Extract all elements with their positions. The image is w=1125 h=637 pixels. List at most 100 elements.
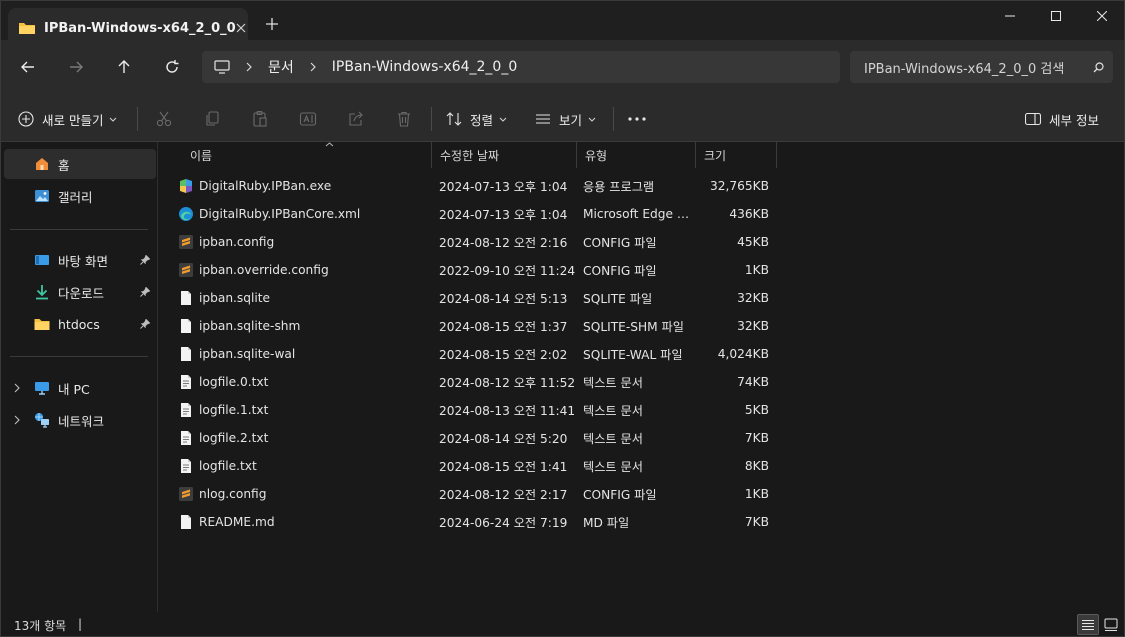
search-box[interactable]: IPBan-Windows-x64_2_0_0 검색	[850, 51, 1113, 83]
pin-icon[interactable]	[136, 319, 154, 329]
column-header-date[interactable]: 수정한 날짜	[432, 142, 577, 168]
breadcrumb-current-folder[interactable]: IPBan-Windows-x64_2_0_0	[332, 59, 517, 75]
file-size: 5KB	[744, 403, 769, 417]
network-icon	[34, 412, 50, 428]
sidebar-divider	[10, 356, 148, 357]
minimize-icon[interactable]	[987, 0, 1033, 32]
sublime-file-icon	[178, 234, 194, 250]
blank-file-icon	[178, 318, 194, 334]
sidebar-item-label: 다운로드	[58, 285, 105, 301]
chevron-right-icon[interactable]	[310, 62, 316, 72]
monitor-icon[interactable]	[214, 60, 230, 74]
window-close-icon[interactable]	[1079, 0, 1125, 32]
pin-icon[interactable]	[136, 287, 154, 297]
new-button[interactable]: 새로 만들기	[18, 105, 117, 133]
file-row[interactable]: nlog.config 2024-08-12 오전 2:17 CONFIG 파일 1K…	[170, 480, 780, 508]
file-name: ipban.sqlite-wal	[199, 347, 296, 361]
large-icons-view-icon[interactable]	[1100, 614, 1122, 635]
column-header-name[interactable]: 이름	[182, 142, 432, 168]
sublime-file-icon	[178, 486, 194, 502]
item-count: 13개 항목	[14, 619, 67, 633]
plus-circle-icon	[18, 111, 34, 127]
file-size: 4,024KB	[717, 347, 769, 361]
pin-icon[interactable]	[136, 255, 154, 265]
address-bar[interactable]: 문서 IPBan-Windows-x64_2_0_0	[202, 51, 840, 83]
file-size: 8KB	[744, 459, 769, 473]
file-name: ipban.sqlite	[199, 291, 271, 305]
arrow-up-icon[interactable]	[109, 52, 139, 82]
file-row[interactable]: ipban.config 2024-08-12 오전 2:16 CONFIG 파일 4…	[170, 228, 780, 256]
file-name: DigitalRuby.IPBan.exe	[199, 179, 332, 193]
sidebar-item-desktop[interactable]: 바탕 화면	[4, 245, 156, 275]
maximize-icon[interactable]	[1033, 0, 1079, 32]
more-options-icon[interactable]	[628, 105, 646, 133]
file-type: MD 파일	[583, 516, 630, 530]
sort-icon	[446, 111, 462, 127]
arrow-left-icon[interactable]	[13, 52, 43, 82]
file-row[interactable]: ipban.sqlite-shm 2024-08-15 오전 1:37 SQLITE…	[170, 312, 780, 340]
chevron-right-icon[interactable]	[14, 414, 20, 428]
file-row[interactable]: DigitalRuby.IPBan.exe 2024-07-13 오후 1:04 응…	[170, 172, 780, 200]
search-input[interactable]: IPBan-Windows-x64_2_0_0 검색	[864, 58, 1083, 77]
file-row[interactable]: ipban.sqlite-wal 2024-08-15 오전 2:02 SQLITE…	[170, 340, 780, 368]
chevron-right-icon[interactable]	[14, 382, 20, 396]
file-name: ipban.sqlite-shm	[199, 319, 301, 333]
file-date: 2024-06-24 오전 7:19	[439, 516, 568, 530]
view-list-icon	[535, 111, 551, 127]
breadcrumb-documents[interactable]: 문서	[268, 57, 294, 77]
file-date: 2024-08-12 오전 2:16	[439, 236, 568, 250]
file-row[interactable]: logfile.2.txt 2024-08-14 오전 5:20 텍스트 문서 7KB	[170, 424, 780, 452]
view-button[interactable]: 보기	[535, 105, 596, 133]
sidebar-item-network[interactable]: 네트워크	[4, 405, 156, 435]
sidebar-item-label: 네트워크	[58, 413, 105, 429]
file-type: CONFIG 파일	[583, 264, 657, 278]
cut-icon[interactable]	[155, 105, 173, 133]
rename-icon[interactable]	[299, 105, 317, 133]
column-header-label: 수정한 날짜	[440, 148, 500, 163]
plus-icon[interactable]	[258, 10, 286, 38]
sidebar-item-label: 바탕 화면	[58, 253, 108, 269]
search-icon[interactable]	[1083, 61, 1113, 73]
copy-icon[interactable]	[203, 105, 221, 133]
sidebar-item-gallery[interactable]: 갤러리	[4, 181, 156, 211]
file-row[interactable]: logfile.1.txt 2024-08-13 오전 11:41 텍스트 문서 5K…	[170, 396, 780, 424]
file-row[interactable]: ipban.override.config 2022-09-10 오전 11:24…	[170, 256, 780, 284]
sublime-file-icon	[178, 262, 194, 278]
tab-title: IPBan-Windows-x64_2_0_0	[44, 20, 236, 36]
file-size: 1KB	[744, 263, 769, 277]
toolbar-divider	[431, 107, 432, 131]
arrow-right-icon[interactable]	[61, 52, 91, 82]
file-row[interactable]: DigitalRuby.IPBanCore.xml 2024-07-13 오후 1…	[170, 200, 780, 228]
sidebar-item-label: 갤러리	[58, 189, 93, 205]
file-date: 2024-08-15 오전 1:37	[439, 320, 568, 334]
file-type: 응용 프로그램	[583, 180, 655, 194]
file-type: SQLITE-WAL 파일	[583, 348, 683, 362]
close-icon[interactable]	[236, 14, 246, 42]
sidebar-item-this-pc[interactable]: 내 PC	[4, 373, 156, 403]
trash-icon[interactable]	[395, 105, 413, 133]
file-date: 2024-07-13 오후 1:04	[439, 208, 568, 222]
file-size: 32KB	[737, 319, 769, 333]
file-row[interactable]: logfile.0.txt 2024-08-12 오후 11:52 텍스트 문서 74…	[170, 368, 780, 396]
sort-button[interactable]: 정렬	[446, 105, 507, 133]
file-row[interactable]: logfile.txt 2024-08-15 오전 1:41 텍스트 문서 8KB	[170, 452, 780, 480]
file-type: CONFIG 파일	[583, 488, 657, 502]
blank-file-icon	[178, 514, 194, 530]
file-type: Microsoft Edge H...	[583, 207, 693, 221]
file-row[interactable]: ipban.sqlite 2024-08-14 오전 5:13 SQLITE 파일 3…	[170, 284, 780, 312]
column-header-type[interactable]: 유형	[577, 142, 696, 168]
share-icon[interactable]	[347, 105, 365, 133]
file-row[interactable]: README.md 2024-06-24 오전 7:19 MD 파일 7KB	[170, 508, 780, 536]
details-view-icon[interactable]	[1077, 614, 1099, 635]
sidebar-item-home[interactable]: 홈	[4, 149, 156, 179]
file-name: logfile.2.txt	[199, 431, 269, 445]
sidebar-item-downloads[interactable]: 다운로드	[4, 277, 156, 307]
details-pane-button[interactable]: 세부 정보	[1025, 105, 1099, 133]
file-type: 텍스트 문서	[583, 404, 643, 418]
paste-icon[interactable]	[251, 105, 269, 133]
chevron-right-icon[interactable]	[246, 62, 252, 72]
sidebar-item-htdocs[interactable]: htdocs	[4, 309, 156, 339]
refresh-icon[interactable]	[157, 52, 187, 82]
column-header-size[interactable]: 크기	[696, 142, 777, 168]
blank-file-icon	[178, 346, 194, 362]
